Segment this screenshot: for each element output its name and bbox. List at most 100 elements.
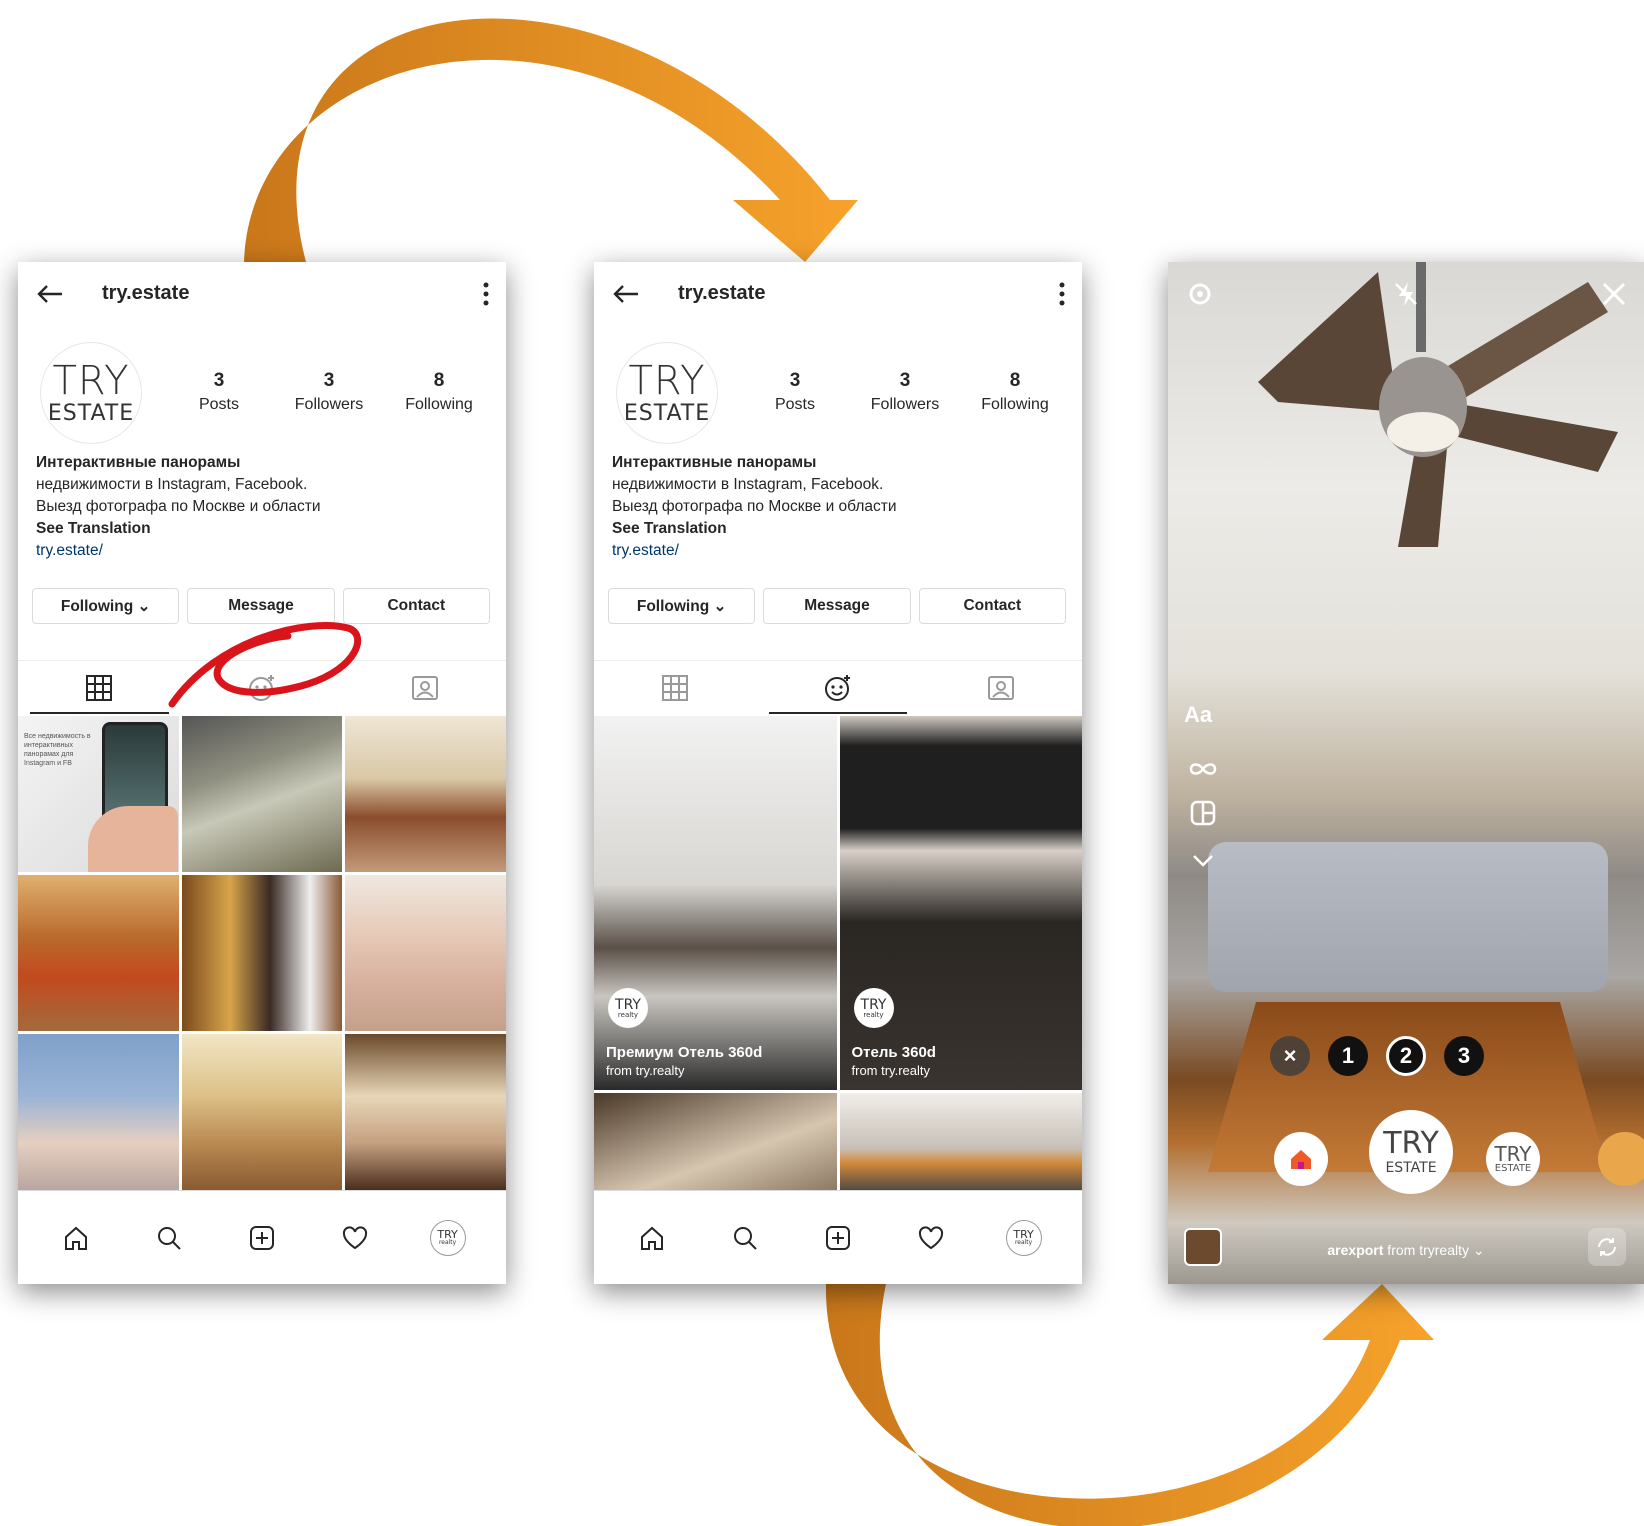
effect-card[interactable] xyxy=(594,1093,837,1193)
username: try.estate xyxy=(678,282,766,304)
tagged-user-icon xyxy=(987,675,1014,700)
stat-value: 3 xyxy=(323,370,335,391)
boomerang-infinity-icon[interactable] xyxy=(1186,754,1220,784)
stat-followers[interactable]: 3 Followers xyxy=(850,370,960,414)
home-icon[interactable] xyxy=(56,1218,96,1258)
effect-creator: from try.realty xyxy=(851,1063,931,1078)
profile-actions: Following ⌄ Message Contact xyxy=(608,588,1066,624)
website-link[interactable]: try.estate/ xyxy=(612,540,1052,562)
avatar-logo-line1: TRY xyxy=(52,358,130,404)
bio-line: Выезд фотографа по Москве и области xyxy=(612,498,897,515)
capture-button[interactable]: TRY ESTATE xyxy=(1369,1110,1453,1194)
grid-icon xyxy=(86,674,113,701)
layout-icon[interactable] xyxy=(1186,798,1220,828)
effect-logo-line1: TRY xyxy=(615,996,641,1013)
stat-following[interactable]: 8 Following xyxy=(384,370,494,414)
post-thumbnail[interactable] xyxy=(181,716,343,872)
effect-option-close[interactable]: × xyxy=(1270,1036,1310,1076)
tab-tagged[interactable] xyxy=(919,661,1082,714)
nav-avatar-line2: realty xyxy=(438,1239,457,1246)
effect-option-1[interactable]: 1 xyxy=(1328,1036,1368,1076)
effect-card[interactable] xyxy=(839,1093,1082,1193)
nav-avatar-line2: realty xyxy=(1014,1239,1033,1246)
stat-followers[interactable]: 3 Followers xyxy=(274,370,384,414)
bio-line: недвижимости в Instagram, Facebook. xyxy=(612,476,884,493)
credit-rest: from tryrealty ⌄ xyxy=(1383,1242,1485,1258)
heart-icon[interactable] xyxy=(911,1218,951,1258)
chip-logo-line2: ESTATE xyxy=(1494,1163,1532,1174)
home-icon[interactable] xyxy=(632,1218,672,1258)
text-tool-button[interactable]: Aa xyxy=(1184,702,1212,728)
stat-label: Posts xyxy=(198,396,239,413)
hand-image xyxy=(88,806,178,872)
back-arrow-icon[interactable] xyxy=(608,276,644,312)
top-arrow xyxy=(244,18,858,262)
profile-tabs xyxy=(594,660,1082,714)
chip-logo-line1: TRY xyxy=(1494,1142,1532,1166)
effect-caption: Премиум Отель 360d from try.realty xyxy=(606,1044,762,1078)
close-icon[interactable] xyxy=(1594,274,1634,314)
tab-posts-grid[interactable] xyxy=(594,661,757,714)
effect-title: Премиум Отель 360d xyxy=(606,1044,763,1061)
try-estate-effect-chip[interactable]: TRY ESTATE xyxy=(1486,1132,1540,1186)
post-thumb-text: Все недвижимость в интерактивных панорам… xyxy=(24,733,91,767)
profile-avatar[interactable]: TRY ESTATE xyxy=(40,342,142,444)
message-button[interactable]: Message xyxy=(763,588,911,624)
post-thumbnail[interactable] xyxy=(18,875,179,1031)
effect-creator-logo: TRY realty xyxy=(853,988,894,1028)
bio-title: Интерактивные панорамы xyxy=(612,454,817,471)
house-icon xyxy=(1291,1150,1311,1169)
camera-view: Aa × 1 2 3 TRY ESTATE TRY ESTATE arexport … xyxy=(1168,262,1644,1284)
see-translation-link[interactable]: See Translation xyxy=(612,518,1052,540)
stat-posts[interactable]: 3 Posts xyxy=(164,370,274,414)
post-thumbnail[interactable] xyxy=(345,1034,506,1190)
effect-option-3[interactable]: 3 xyxy=(1444,1036,1484,1076)
more-options-icon[interactable] xyxy=(1058,280,1066,308)
stat-value: 8 xyxy=(433,370,445,391)
avatar-logo-line2: ESTATE xyxy=(623,401,711,426)
effect-card[interactable]: TRY realty Премиум Отель 360d from try.rea… xyxy=(594,716,837,1090)
settings-gear-icon[interactable] xyxy=(1180,274,1220,314)
post-thumbnail[interactable]: Все недвижимость в интерактивных панорам… xyxy=(18,716,179,872)
search-icon[interactable] xyxy=(725,1218,765,1258)
new-post-icon[interactable] xyxy=(818,1218,858,1258)
home-effect-chip[interactable] xyxy=(1274,1132,1328,1186)
stat-label: Following xyxy=(981,396,1049,413)
stat-posts[interactable]: 3 Posts xyxy=(740,370,850,414)
post-thumbnail[interactable] xyxy=(18,1034,179,1190)
profile-nav-button[interactable]: TRY realty xyxy=(1004,1218,1044,1258)
post-thumbnail[interactable] xyxy=(181,875,343,1031)
profile-avatar[interactable]: TRY ESTATE xyxy=(616,342,718,444)
back-arrow-icon[interactable] xyxy=(32,276,68,312)
stat-following[interactable]: 8 Following xyxy=(960,370,1070,414)
new-post-icon[interactable] xyxy=(242,1218,282,1258)
effect-card[interactable]: TRY realty Отель 360d from try.realty xyxy=(839,716,1082,1090)
tagged-user-icon xyxy=(411,675,438,700)
post-thumbnail[interactable] xyxy=(345,875,506,1031)
bio: Интерактивные панорамы недвижимости в In… xyxy=(612,452,1052,562)
flip-camera-icon[interactable] xyxy=(1588,1228,1626,1266)
nav-avatar: TRY realty xyxy=(429,1219,466,1256)
credit-user: arexport xyxy=(1327,1242,1384,1258)
search-icon[interactable] xyxy=(149,1218,189,1258)
effect-option-2[interactable]: 2 xyxy=(1386,1036,1426,1076)
grid-icon xyxy=(662,674,689,701)
website-link[interactable]: try.estate/ xyxy=(36,540,476,562)
next-effect-chip[interactable] xyxy=(1598,1132,1644,1186)
effect-credit[interactable]: arexport from tryrealty ⌄ xyxy=(1168,1242,1644,1259)
post-thumbnail[interactable] xyxy=(181,1034,343,1190)
flash-off-icon[interactable] xyxy=(1386,274,1426,314)
heart-icon[interactable] xyxy=(335,1218,375,1258)
following-button[interactable]: Following ⌄ xyxy=(608,588,756,624)
post-thumbnail[interactable] xyxy=(345,716,506,872)
see-translation-link[interactable]: See Translation xyxy=(36,518,476,540)
chevron-down-icon[interactable] xyxy=(1186,846,1220,876)
contact-button[interactable]: Contact xyxy=(918,588,1066,624)
profile-nav-button[interactable]: TRY realty xyxy=(428,1218,468,1258)
tab-posts-grid[interactable] xyxy=(18,661,181,714)
stat-value: 3 xyxy=(213,370,225,391)
more-options-icon[interactable] xyxy=(482,280,490,308)
effects-face-icon xyxy=(825,674,850,701)
tab-effects[interactable] xyxy=(757,661,920,714)
shutter-logo-line1: TRY xyxy=(1383,1126,1439,1161)
